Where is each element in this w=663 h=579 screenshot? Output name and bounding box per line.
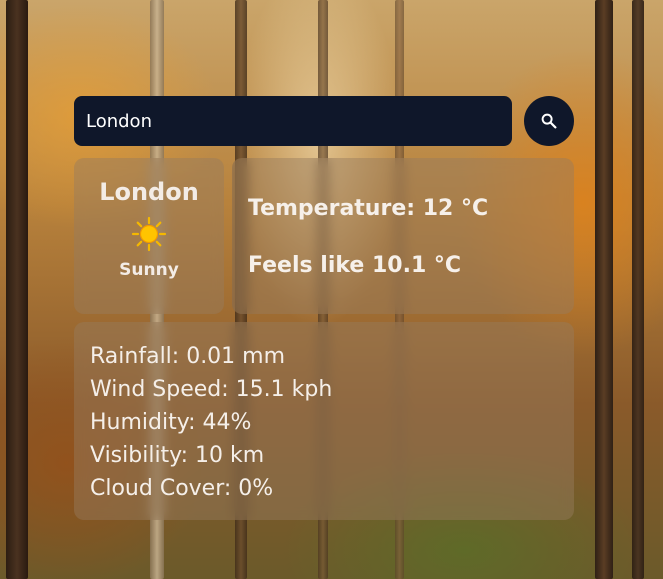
location-card: London Sunny — [74, 158, 224, 314]
tree-trunk — [595, 0, 613, 579]
search-button[interactable] — [524, 96, 574, 146]
search-icon — [541, 113, 557, 129]
humidity-value: Humidity: 44% — [90, 410, 252, 435]
details-list: Rainfall: 0.01 mm Wind Speed: 15.1 kph H… — [90, 340, 332, 505]
feels-like-value: Feels like 10.1 °C — [248, 253, 462, 278]
details-card: Rainfall: 0.01 mm Wind Speed: 15.1 kph H… — [74, 322, 574, 520]
rainfall-value: Rainfall: 0.01 mm — [90, 344, 286, 369]
wind-speed-value: Wind Speed: 15.1 kph — [90, 377, 333, 402]
weather-condition: Sunny — [119, 260, 179, 280]
tree-trunk — [632, 0, 644, 579]
tree-trunk — [6, 0, 28, 579]
visibility-value: Visibility: 10 km — [90, 443, 265, 468]
temperature-card: Temperature: 12 °C Feels like 10.1 °C — [232, 158, 574, 314]
cloud-cover-value: Cloud Cover: 0% — [90, 476, 274, 501]
temperature-value: Temperature: 12 °C — [248, 196, 489, 221]
city-name: London — [99, 178, 199, 206]
sun-icon — [74, 216, 224, 252]
search-input[interactable] — [74, 96, 512, 146]
